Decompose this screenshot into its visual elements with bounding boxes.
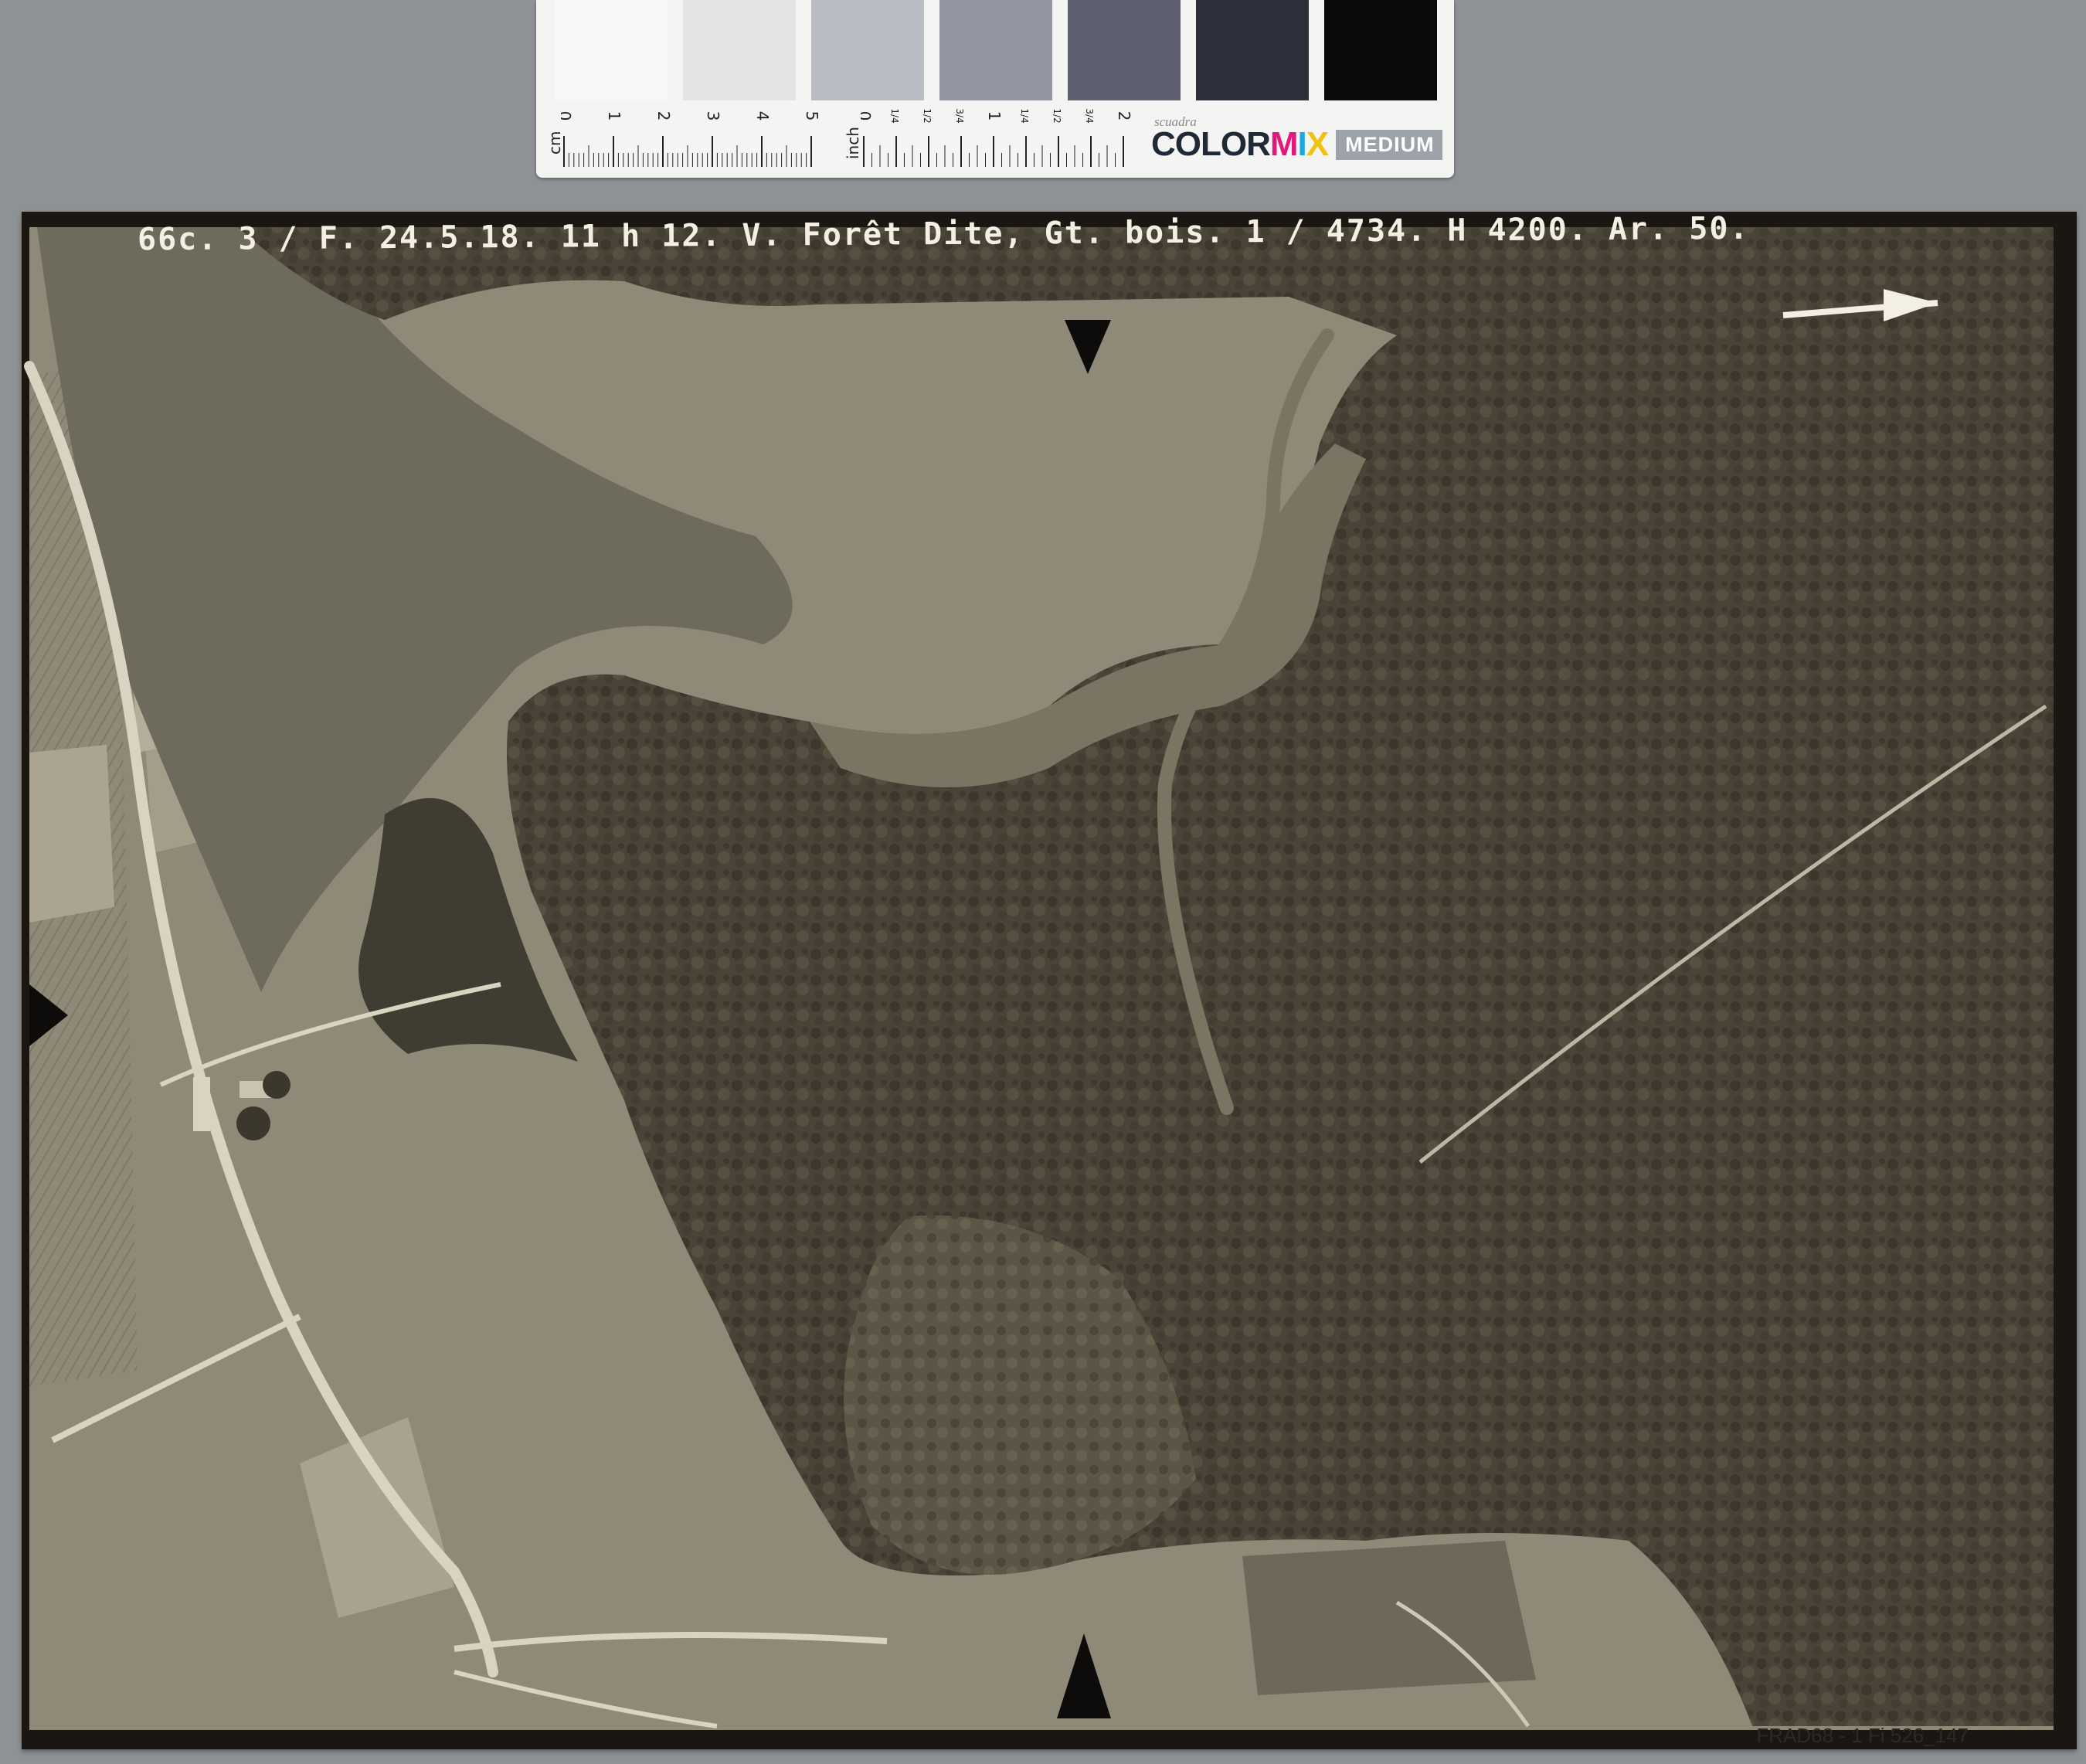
- inch-tick-label: 1/2: [922, 108, 933, 123]
- cm-tick-label: 0: [561, 111, 574, 121]
- field-parcel: [29, 745, 114, 923]
- inch-tick-label: 1/4: [1019, 108, 1030, 123]
- gray-patch-1: [555, 0, 668, 100]
- inch-tick-label: 2: [1115, 111, 1131, 121]
- cm-tick-label: 4: [753, 111, 772, 121]
- archive-reference: FRAD68 - 1 Fi 526_147: [1756, 1724, 1969, 1747]
- cm-tick-label: 1: [605, 111, 623, 121]
- cm-tick-label: 2: [654, 111, 673, 121]
- inch-tick-label: 1/4: [889, 108, 900, 123]
- gray-patch-3: [811, 0, 924, 100]
- gray-patch-2: [683, 0, 796, 100]
- inch-tick-label: 1/2: [1051, 108, 1062, 123]
- aerial-landscape: [22, 212, 2077, 1749]
- tree-cluster: [236, 1106, 270, 1140]
- brand-name: COLORMIX: [1151, 125, 1329, 163]
- aerial-photograph: 66c. 3 / F. 24.5.18. 11 h 12. V. Forêt D…: [22, 211, 2077, 1749]
- inch-tick-label: 3/4: [954, 108, 965, 123]
- gray-patch-6: [1196, 0, 1309, 100]
- inch-tick-label: 0: [861, 111, 874, 121]
- gray-patch-7: [1324, 0, 1437, 100]
- inch-tick-label: 1: [985, 111, 1004, 121]
- field-parcel: [1242, 1541, 1536, 1695]
- inch-label: inch: [844, 127, 862, 159]
- cm-tick-label: 3: [704, 111, 722, 121]
- brand-logo: COLORMIX MEDIUM: [1151, 125, 1442, 164]
- gray-scale-patches: [555, 0, 1437, 100]
- brand-variant-badge: MEDIUM: [1336, 129, 1442, 160]
- inch-tick-label: 3/4: [1084, 108, 1095, 123]
- tree-cluster: [263, 1071, 290, 1099]
- inch-ruler: 0 1/4 1/2 3/4 1 1/4 1/2 3/4 2: [861, 108, 1131, 167]
- gray-patch-5: [1068, 0, 1181, 100]
- cm-tick-label: 5: [803, 111, 821, 121]
- farm-building: [193, 1077, 210, 1131]
- gray-patch-4: [939, 0, 1052, 100]
- cm-ruler: 0 1 2 3 4 5: [561, 111, 821, 167]
- color-calibration-card: cm 012345 inch 01/41/23/411/41/23/42 scu…: [536, 0, 1454, 178]
